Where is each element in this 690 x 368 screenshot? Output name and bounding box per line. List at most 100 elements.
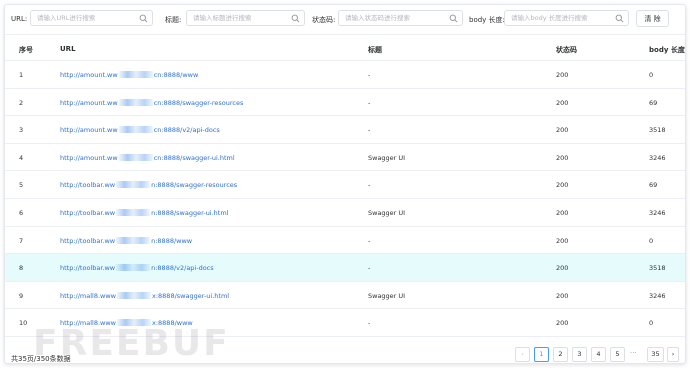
row-status-code: 200 xyxy=(556,126,569,135)
row-title: - xyxy=(368,98,371,107)
row-status-code: 200 xyxy=(556,291,569,300)
row-index: 3 xyxy=(19,126,24,135)
search-icon[interactable] xyxy=(615,14,624,23)
table-row[interactable]: 4 http://amount.ww cn:8888/swagger-ui.html… xyxy=(5,144,685,172)
url-visible-prefix: http://amount.ww xyxy=(60,71,118,79)
url-visible-prefix: http://amount.ww xyxy=(60,126,118,135)
search-icon[interactable] xyxy=(449,14,458,23)
table-body: 1 http://amount.ww cn:8888/www - 200 0 2 http:/… xyxy=(5,61,685,337)
row-url-link[interactable]: http://mall8.www x:8888/swagger-ui.html xyxy=(60,291,230,300)
body-length-search-field[interactable] xyxy=(504,10,629,26)
row-title: - xyxy=(368,71,371,79)
page-button-3[interactable]: 3 xyxy=(572,347,587,362)
table-row[interactable]: 9 http://mall8.www x:8888/swagger-ui.html S… xyxy=(5,282,685,310)
url-visible-suffix: cn:8888/swagger-resources xyxy=(153,98,244,107)
pagination-ellipsis[interactable]: ··· xyxy=(630,349,637,357)
url-visible-suffix: n:8888/swagger-resources xyxy=(151,181,238,190)
column-header-title[interactable]: 标题 xyxy=(368,45,382,55)
row-body-length: 3246 xyxy=(649,153,666,162)
body-length-search-input[interactable] xyxy=(505,11,628,25)
row-body-length: 3246 xyxy=(649,208,666,217)
column-header-body-length[interactable]: body 长度 xyxy=(649,45,685,55)
page-button-last[interactable]: 35 xyxy=(647,347,664,362)
url-visible-prefix: http://toolbar.ww xyxy=(60,208,116,217)
results-panel: URL: 标题: 状态码: body 长度: 清 除 序号 URL 标题 状态码… xyxy=(4,4,686,364)
title-search-input[interactable] xyxy=(187,11,304,25)
url-visible-prefix: http://mall8.www xyxy=(60,291,116,300)
search-icon[interactable] xyxy=(291,14,300,23)
row-url-link[interactable]: http://toolbar.ww n:8888/swagger-resource… xyxy=(60,181,237,189)
column-header-status[interactable]: 状态码 xyxy=(556,45,577,55)
row-body-length: 3518 xyxy=(649,264,666,273)
row-status-code: 200 xyxy=(556,98,569,107)
row-title: Swagger UI xyxy=(368,208,406,217)
row-url-link[interactable]: http://amount.ww cn:8888/swagger-resource… xyxy=(60,98,244,107)
url-filter-label: URL: xyxy=(11,15,28,23)
status-search-input[interactable] xyxy=(339,11,462,25)
row-title: - xyxy=(368,126,371,135)
page-button-2[interactable]: 2 xyxy=(553,347,568,362)
row-index: 6 xyxy=(19,208,24,217)
table-row[interactable]: 5 http://toolbar.ww n:8888/swagger-resourc… xyxy=(5,171,685,199)
row-title: - xyxy=(368,181,371,190)
row-status-code: 200 xyxy=(556,208,569,217)
row-body-length: 3518 xyxy=(649,126,666,135)
row-index: 2 xyxy=(19,98,24,107)
url-search-field[interactable] xyxy=(30,10,153,26)
row-url-link[interactable]: http://toolbar.ww n:8888/v2/api-docs xyxy=(60,264,214,272)
url-visible-prefix: http://mall8.www xyxy=(60,319,116,328)
table-row[interactable]: 3 http://amount.ww cn:8888/v2/api-docs - 200… xyxy=(5,116,685,144)
url-visible-prefix: http://toolbar.ww xyxy=(60,181,116,190)
column-header-index[interactable]: 序号 xyxy=(19,45,33,55)
column-header-url[interactable]: URL xyxy=(60,45,76,53)
table-row[interactable]: 2 http://amount.ww cn:8888/swagger-resourc… xyxy=(5,89,685,117)
row-body-length: 0 xyxy=(649,236,654,245)
row-index: 4 xyxy=(19,153,24,162)
next-page-button[interactable]: › xyxy=(667,347,679,362)
redacted-url-segment xyxy=(118,153,153,161)
row-url-link[interactable]: http://amount.ww cn:8888/www xyxy=(60,71,198,79)
table-row[interactable]: 7 http://toolbar.ww n:8888/www - 200 0 xyxy=(5,227,685,255)
row-url-link[interactable]: http://mall8.www x:8888/www xyxy=(60,319,193,327)
page-button-5[interactable]: 5 xyxy=(610,347,625,362)
prev-page-button[interactable]: ‹ xyxy=(515,347,530,362)
url-search-input[interactable] xyxy=(31,11,152,25)
redacted-url-segment xyxy=(116,264,151,272)
row-url-link[interactable]: http://amount.ww cn:8888/swagger-ui.html xyxy=(60,153,235,162)
url-visible-prefix: http://toolbar.ww xyxy=(60,236,116,245)
row-status-code: 200 xyxy=(556,264,569,273)
url-visible-suffix: n:8888/v2/api-docs xyxy=(151,264,214,273)
total-count: 共35页/350条数据 xyxy=(11,355,71,363)
url-visible-prefix: http://amount.ww xyxy=(60,98,118,107)
page-button-1[interactable]: 1 xyxy=(534,347,549,362)
url-visible-suffix: n:8888/www xyxy=(151,236,193,245)
url-visible-prefix: http://toolbar.ww xyxy=(60,264,116,273)
filter-bar: URL: 标题: 状态码: body 长度: 清 除 xyxy=(5,5,685,33)
row-body-length: 69 xyxy=(649,98,658,107)
row-title: - xyxy=(368,236,371,245)
row-index: 1 xyxy=(19,71,24,79)
table-row[interactable]: 1 http://amount.ww cn:8888/www - 200 0 xyxy=(5,61,685,89)
clear-button[interactable]: 清 除 xyxy=(636,10,669,27)
search-icon[interactable] xyxy=(139,14,148,23)
url-visible-suffix: cn:8888/v2/api-docs xyxy=(153,126,220,135)
row-index: 8 xyxy=(19,264,24,273)
url-visible-suffix: x:8888/swagger-ui.html xyxy=(152,291,230,300)
row-url-link[interactable]: http://amount.ww cn:8888/v2/api-docs xyxy=(60,126,220,134)
redacted-url-segment xyxy=(117,319,151,327)
row-body-length: 3246 xyxy=(649,291,666,300)
row-title: - xyxy=(368,319,371,328)
page-button-4[interactable]: 4 xyxy=(591,347,606,362)
title-search-field[interactable] xyxy=(186,10,305,26)
row-url-link[interactable]: http://toolbar.ww n:8888/www xyxy=(60,236,193,245)
row-title: - xyxy=(368,264,371,273)
row-status-code: 200 xyxy=(556,319,569,328)
table-row[interactable]: 6 http://toolbar.ww n:8888/swagger-ui.html… xyxy=(5,199,685,227)
url-visible-suffix: cn:8888/swagger-ui.html xyxy=(153,153,235,162)
row-status-code: 200 xyxy=(556,181,569,190)
row-url-link[interactable]: http://toolbar.ww n:8888/swagger-ui.html xyxy=(60,208,229,217)
table-row[interactable]: 8 http://toolbar.ww n:8888/v2/api-docs - 200… xyxy=(5,254,685,282)
row-index: 9 xyxy=(19,291,24,300)
status-search-field[interactable] xyxy=(338,10,463,26)
table-row[interactable]: 10 http://mall8.www x:8888/www - 200 0 xyxy=(5,309,685,337)
